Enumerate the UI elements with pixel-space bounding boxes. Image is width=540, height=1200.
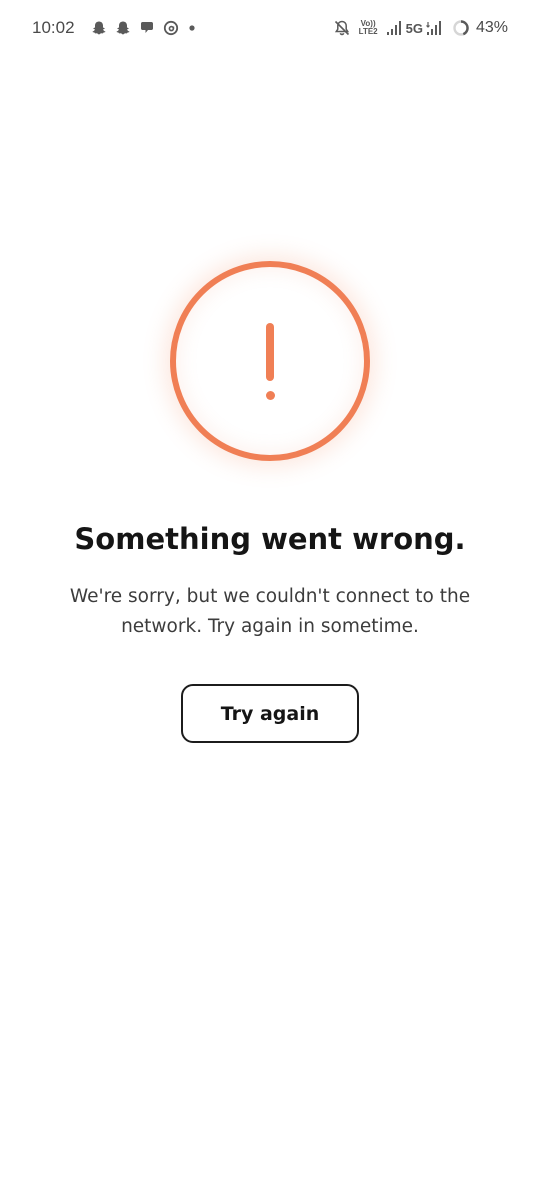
battery-percent: 43%: [475, 19, 508, 36]
error-screen: 10:02 Vo)) LTE2 5G 43% Something went wr…: [0, 0, 540, 1200]
dot-icon: [187, 23, 197, 33]
mute-bell-icon: [333, 19, 351, 37]
snapchat-icon: [115, 20, 131, 36]
status-bar-left: 10:02: [32, 18, 197, 38]
error-title: Something went wrong.: [74, 522, 466, 556]
exclamation-bar: [266, 323, 274, 381]
signal-icon: [386, 20, 402, 36]
try-again-button[interactable]: Try again: [181, 684, 359, 743]
battery-ring-icon: [452, 19, 470, 37]
status-time: 10:02: [32, 18, 75, 37]
signal-icon: [426, 20, 442, 36]
exclamation-dot: [265, 391, 275, 400]
volte-bottom-label: LTE2: [358, 27, 378, 36]
volte-indicator: Vo)) LTE2: [359, 20, 378, 36]
exclamation-alert-icon: [170, 261, 370, 461]
threads-icon: [163, 20, 179, 36]
status-bar: 10:02 Vo)) LTE2 5G 43%: [0, 0, 540, 56]
status-bar-right: Vo)) LTE2 5G 43%: [325, 19, 508, 37]
network-type: 5G: [405, 20, 423, 36]
chat-bubble-icon: [139, 20, 155, 36]
error-message: We're sorry, but we couldn't connect to …: [69, 586, 471, 637]
snapchat-icon: [91, 20, 107, 36]
